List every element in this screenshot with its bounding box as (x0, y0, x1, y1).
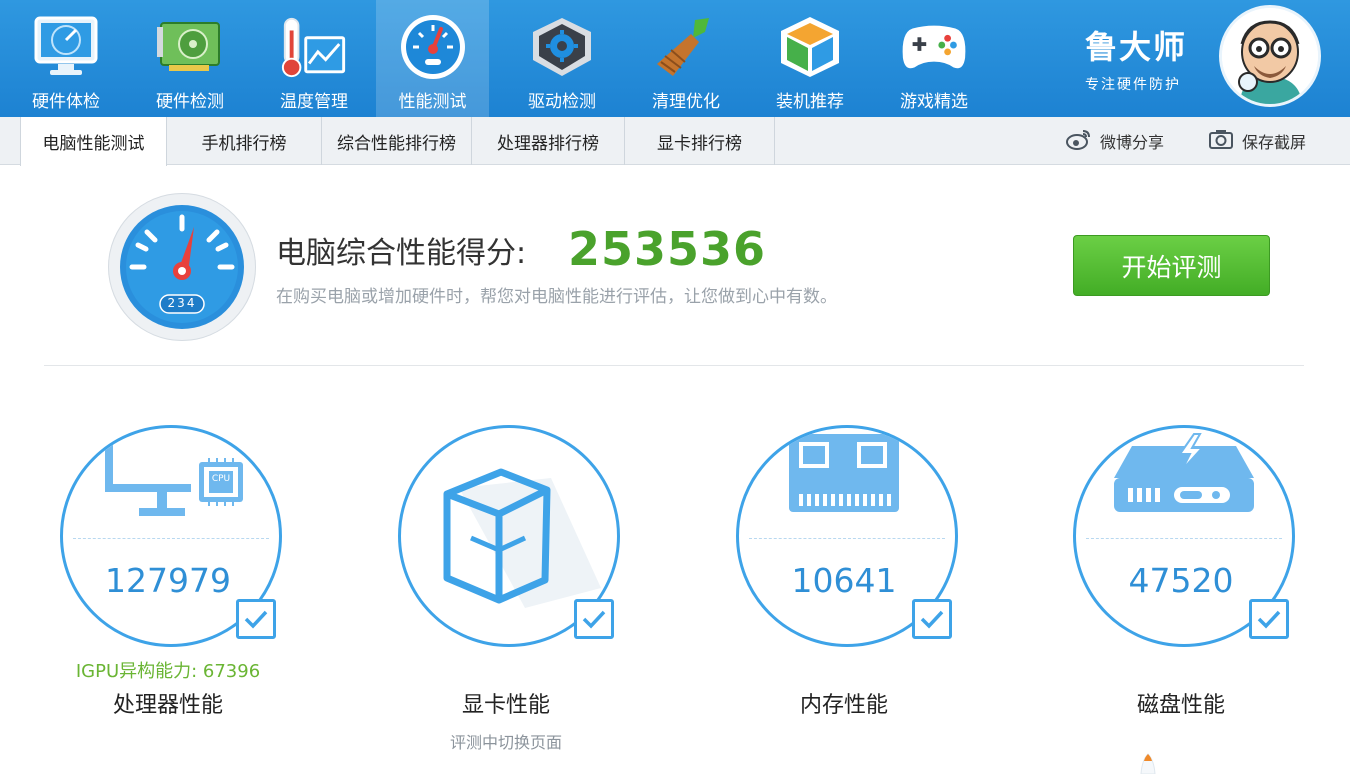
nav-label: 游戏精选 (900, 92, 968, 112)
nav-item-build-recommend[interactable]: 装机推荐 (748, 0, 872, 117)
gamepad-icon (899, 12, 969, 82)
nav-label: 性能测试 (398, 92, 467, 112)
cpu-select-checkbox[interactable] (236, 599, 276, 639)
cube-icon (775, 12, 845, 82)
brand-name: 鲁大师 (1085, 28, 1188, 66)
cpu-monitor-icon (105, 444, 243, 516)
speedometer-icon (120, 205, 244, 329)
total-score-value: 253536 (568, 222, 767, 276)
graphics-card-icon (155, 12, 225, 82)
secondary-tab-bar: 电脑性能测试 手机排行榜 综合性能排行榜 处理器排行榜 显卡排行榜 微博分享 保… (0, 117, 1350, 166)
section-divider (44, 365, 1304, 366)
weibo-share-button[interactable]: 微博分享 (1066, 117, 1164, 165)
cpu-card-title: 处理器性能 (112, 693, 223, 718)
ludashi-mascot-avatar[interactable] (1219, 5, 1321, 107)
driver-gear-icon (527, 12, 597, 82)
score-title: 电脑综合性能得分: (276, 236, 527, 271)
brand-slogan: 专注硬件防护 (1085, 77, 1181, 93)
gpu-select-checkbox[interactable] (574, 599, 614, 639)
gpu-status-note: 评测中切换页面 (449, 733, 562, 752)
broom-icon (651, 12, 721, 82)
nav-item-hardware-checkup[interactable]: 硬件体检 (4, 0, 128, 117)
nav-item-hardware-detect[interactable]: 硬件检测 (128, 0, 252, 117)
card-dash-line (749, 538, 945, 539)
tab-gpu-ranking[interactable]: 显卡排行榜 (625, 117, 775, 165)
memory-score: 10641 (791, 561, 897, 600)
card-dash-line (1086, 538, 1282, 539)
thermometer-icon (279, 12, 349, 82)
brand-block: 鲁大师 专注硬件防护 (1085, 22, 1215, 94)
tab-phone-ranking[interactable]: 手机排行榜 (167, 117, 322, 165)
checkmark-icon (920, 610, 944, 629)
memory-card-title: 内存性能 (799, 693, 888, 718)
gpu-card-title: 显卡性能 (461, 693, 550, 718)
nav-label: 硬件体检 (32, 92, 100, 112)
nav-item-cleanup[interactable]: 清理优化 (624, 0, 748, 117)
rocket-icon[interactable] (1128, 752, 1168, 774)
weibo-icon (1066, 128, 1092, 154)
nav-item-game-picks[interactable]: 游戏精选 (872, 0, 996, 117)
memory-select-checkbox[interactable] (912, 599, 952, 639)
weibo-share-label: 微博分享 (1100, 133, 1165, 152)
monitor-radar-icon (31, 12, 101, 82)
checkmark-icon (1257, 610, 1281, 629)
disk-drive-icon (1114, 433, 1254, 512)
nav-item-performance-test[interactable]: 性能测试 (376, 0, 489, 117)
performance-gauge: 234 (108, 193, 256, 341)
tab-pc-performance-test[interactable]: 电脑性能测试 (20, 117, 167, 166)
nav-item-temperature[interactable]: 温度管理 (252, 0, 376, 117)
checkmark-icon (582, 610, 606, 629)
gauge-reading: 234 (167, 296, 197, 310)
memory-module-icon (789, 434, 899, 512)
nav-label: 温度管理 (280, 92, 348, 112)
disk-score: 47520 (1128, 561, 1234, 600)
disk-select-checkbox[interactable] (1249, 599, 1289, 639)
speedometer-icon (398, 12, 468, 82)
cpu-chip-label: CPU (211, 474, 231, 484)
nav-label: 清理优化 (652, 92, 720, 112)
top-navigation-bar: 硬件体检 硬件检测 温度管理 性能测试 驱动检测 清理优化 装机推荐 游戏精选 … (0, 0, 1350, 117)
start-benchmark-button[interactable]: 开始评测 (1073, 235, 1270, 296)
card-dash-line (73, 538, 269, 539)
nav-label: 装机推荐 (776, 92, 844, 112)
camera-icon (1208, 128, 1234, 154)
igpu-score-text: IGPU异构能力: 67396 (75, 661, 261, 682)
save-screenshot-label: 保存截屏 (1242, 133, 1307, 152)
nav-item-driver-detect[interactable]: 驱动检测 (500, 0, 624, 117)
nav-label: 硬件检测 (156, 92, 224, 112)
save-screenshot-button[interactable]: 保存截屏 (1208, 117, 1306, 165)
tab-cpu-ranking[interactable]: 处理器排行榜 (472, 117, 625, 165)
score-description: 在购买电脑或增加硬件时，帮您对电脑性能进行评估，让您做到心中有数。 (276, 287, 837, 307)
cpu-score: 127979 (105, 561, 231, 600)
tab-overall-ranking[interactable]: 综合性能排行榜 (322, 117, 472, 165)
nav-label: 驱动检测 (528, 92, 596, 112)
checkmark-icon (244, 610, 268, 629)
disk-card-title: 磁盘性能 (1136, 693, 1225, 718)
